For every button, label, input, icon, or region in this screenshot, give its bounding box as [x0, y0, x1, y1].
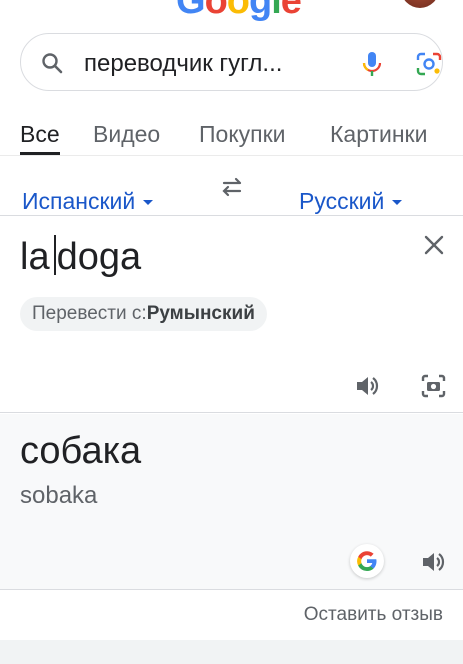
page: Google переводчик гугл... Все Видео Поку… — [0, 0, 463, 664]
tab-images[interactable]: Картинки — [330, 121, 427, 148]
google-g-icon — [357, 551, 377, 572]
logo-letter: G — [176, 0, 206, 22]
translation-panel: собака sobaka — [0, 414, 463, 590]
translation-text: собака — [20, 430, 142, 472]
transliteration-text: sobaka — [20, 482, 98, 509]
feedback-link[interactable]: Оставить отзыв — [304, 604, 443, 626]
target-language-select[interactable]: Русский — [299, 188, 403, 215]
tab-shopping[interactable]: Покупки — [199, 121, 286, 148]
source-panel: la doga Перевести с:Румынский — [0, 217, 463, 413]
logo-letter: e — [280, 0, 302, 22]
clear-icon[interactable] — [422, 233, 446, 257]
logo-letter: o — [226, 0, 250, 22]
tab-video[interactable]: Видео — [93, 121, 160, 148]
logo-letter: l — [271, 0, 282, 22]
chevron-down-icon — [392, 200, 403, 206]
text-cursor — [53, 235, 56, 275]
camera-icon[interactable] — [420, 373, 447, 399]
search-icon — [42, 53, 63, 74]
detect-prefix: Перевести с: — [32, 303, 147, 324]
source-language-select[interactable]: Испанский — [22, 188, 154, 215]
source-text-after: doga — [56, 236, 142, 278]
source-text-input[interactable]: la doga — [20, 235, 141, 279]
language-bar: Испанский Русский — [0, 160, 463, 216]
detected-language-chip[interactable]: Перевести с:Румынский — [20, 297, 267, 331]
avatar[interactable] — [401, 0, 439, 8]
target-language-label: Русский — [299, 188, 385, 214]
bottom-divider — [0, 640, 463, 664]
mic-icon[interactable] — [359, 50, 385, 78]
source-language-label: Испанский — [22, 188, 136, 214]
source-text-before: la — [20, 236, 50, 278]
search-box[interactable]: переводчик гугл... — [20, 33, 443, 91]
logo-letter: o — [204, 0, 228, 22]
tab-all[interactable]: Все — [20, 121, 60, 155]
search-query[interactable]: переводчик гугл... — [84, 50, 324, 78]
lens-icon[interactable] — [415, 51, 443, 77]
swap-icon[interactable] — [220, 177, 244, 197]
google-translate-badge[interactable] — [350, 544, 384, 578]
speaker-icon[interactable] — [354, 373, 380, 399]
chevron-down-icon — [143, 200, 154, 206]
speaker-icon[interactable] — [420, 549, 446, 575]
detected-language: Румынский — [146, 303, 255, 324]
google-logo[interactable]: Google — [176, 0, 302, 22]
search-tabs: Все Видео Покупки Картинки — [0, 116, 463, 156]
logo-letter: g — [249, 0, 272, 22]
